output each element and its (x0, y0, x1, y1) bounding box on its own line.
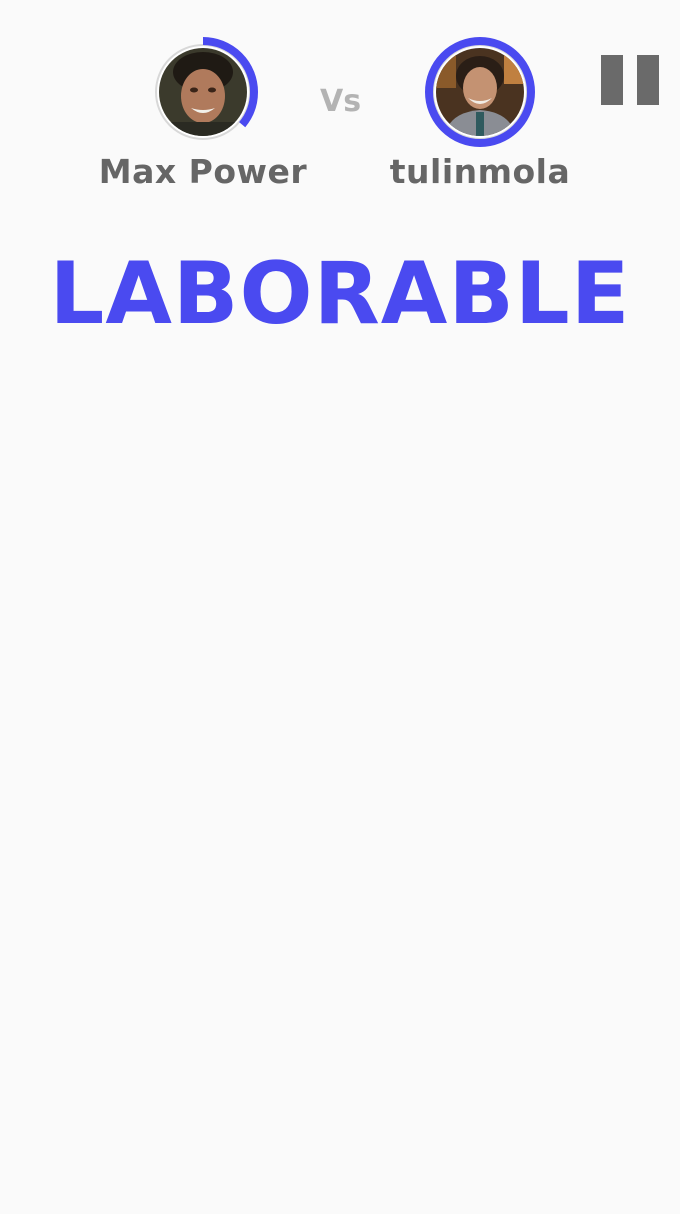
player-one-name: Max Power (98, 152, 308, 191)
player-two-name: tulinmola (389, 152, 571, 191)
player-one: Max Power (93, 36, 313, 191)
pause-icon-bar (637, 55, 659, 105)
player-one-avatar (159, 48, 247, 136)
player-two: tulinmola (370, 36, 590, 191)
player-two-avatar (436, 48, 524, 136)
player-one-avatar-timer (147, 36, 259, 148)
game-screen: Max Power Vs tulinmola LABORABLE (0, 0, 680, 1214)
pause-button[interactable] (601, 55, 659, 105)
pause-icon (601, 55, 623, 105)
versus-label: Vs (320, 84, 362, 119)
current-word: LABORABLE (49, 244, 631, 344)
player-two-avatar-timer (424, 36, 536, 148)
